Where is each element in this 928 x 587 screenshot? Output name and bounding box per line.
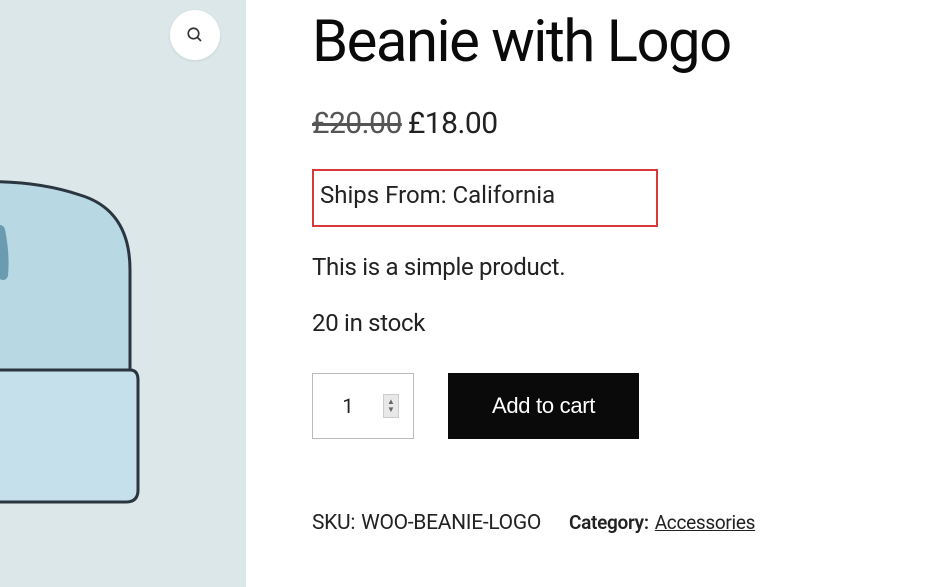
- ships-from-value: California: [452, 181, 555, 209]
- category-wrapper: Category: Accessories: [569, 511, 755, 534]
- stepper-arrows-icon[interactable]: ▲▼: [383, 394, 399, 418]
- quantity-value: 1: [313, 394, 383, 418]
- sku-value: WOO-BEANIE-LOGO: [361, 511, 541, 535]
- original-price: £20.00: [312, 106, 402, 141]
- category-link[interactable]: Accessories: [655, 511, 755, 534]
- add-to-cart-button[interactable]: Add to cart: [448, 373, 639, 439]
- quantity-stepper[interactable]: 1 ▲▼: [312, 373, 414, 439]
- stock-status: 20 in stock: [312, 309, 928, 337]
- product-description: This is a simple product.: [312, 253, 928, 281]
- ships-from-label: Ships From:: [320, 181, 452, 209]
- product-meta: SKU: WOO-BEANIE-LOGO Category: Accessori…: [312, 511, 928, 535]
- zoom-button[interactable]: [170, 10, 220, 60]
- product-details: Beanie with Logo £20.00£18.00 Ships From…: [246, 0, 928, 587]
- search-icon: [186, 26, 204, 44]
- sale-price: £18.00: [408, 106, 498, 141]
- product-image-area: [0, 0, 246, 587]
- price-row: £20.00£18.00: [312, 106, 928, 141]
- product-container: Beanie with Logo £20.00£18.00 Ships From…: [0, 0, 928, 587]
- sku-label: SKU:: [312, 511, 355, 535]
- add-to-cart-row: 1 ▲▼ Add to cart: [312, 373, 928, 439]
- ships-from-highlight: Ships From: California: [312, 169, 658, 227]
- category-label: Category:: [569, 511, 649, 534]
- sku-wrapper: SKU: WOO-BEANIE-LOGO: [312, 511, 541, 535]
- product-image: [0, 180, 140, 530]
- product-title: Beanie with Logo: [312, 8, 928, 76]
